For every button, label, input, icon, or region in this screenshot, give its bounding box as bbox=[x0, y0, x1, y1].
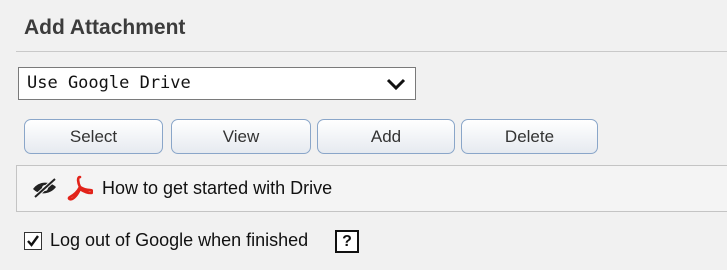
logout-label[interactable]: Log out of Google when finished bbox=[50, 230, 308, 251]
add-attachment-panel: Add Attachment Use Google Drive Select V… bbox=[0, 0, 727, 270]
attachment-list: How to get started with Drive bbox=[16, 165, 727, 212]
delete-button[interactable]: Delete bbox=[461, 119, 598, 154]
title-divider bbox=[16, 51, 727, 52]
add-button[interactable]: Add bbox=[317, 119, 455, 154]
source-select[interactable]: Use Google Drive bbox=[18, 67, 416, 100]
logout-checkbox[interactable] bbox=[24, 232, 42, 250]
list-item[interactable]: How to get started with Drive bbox=[17, 166, 617, 211]
view-button[interactable]: View bbox=[171, 119, 311, 154]
file-name: How to get started with Drive bbox=[102, 178, 333, 198]
source-select-value: Use Google Drive bbox=[27, 73, 191, 93]
pdf-icon bbox=[67, 175, 94, 201]
eye-slash-icon[interactable] bbox=[31, 177, 59, 199]
panel-title: Add Attachment bbox=[24, 16, 186, 39]
logout-option: Log out of Google when finished ? bbox=[24, 229, 524, 255]
select-button[interactable]: Select bbox=[24, 119, 163, 154]
chevron-down-icon bbox=[385, 74, 407, 94]
help-icon[interactable]: ? bbox=[335, 230, 359, 253]
